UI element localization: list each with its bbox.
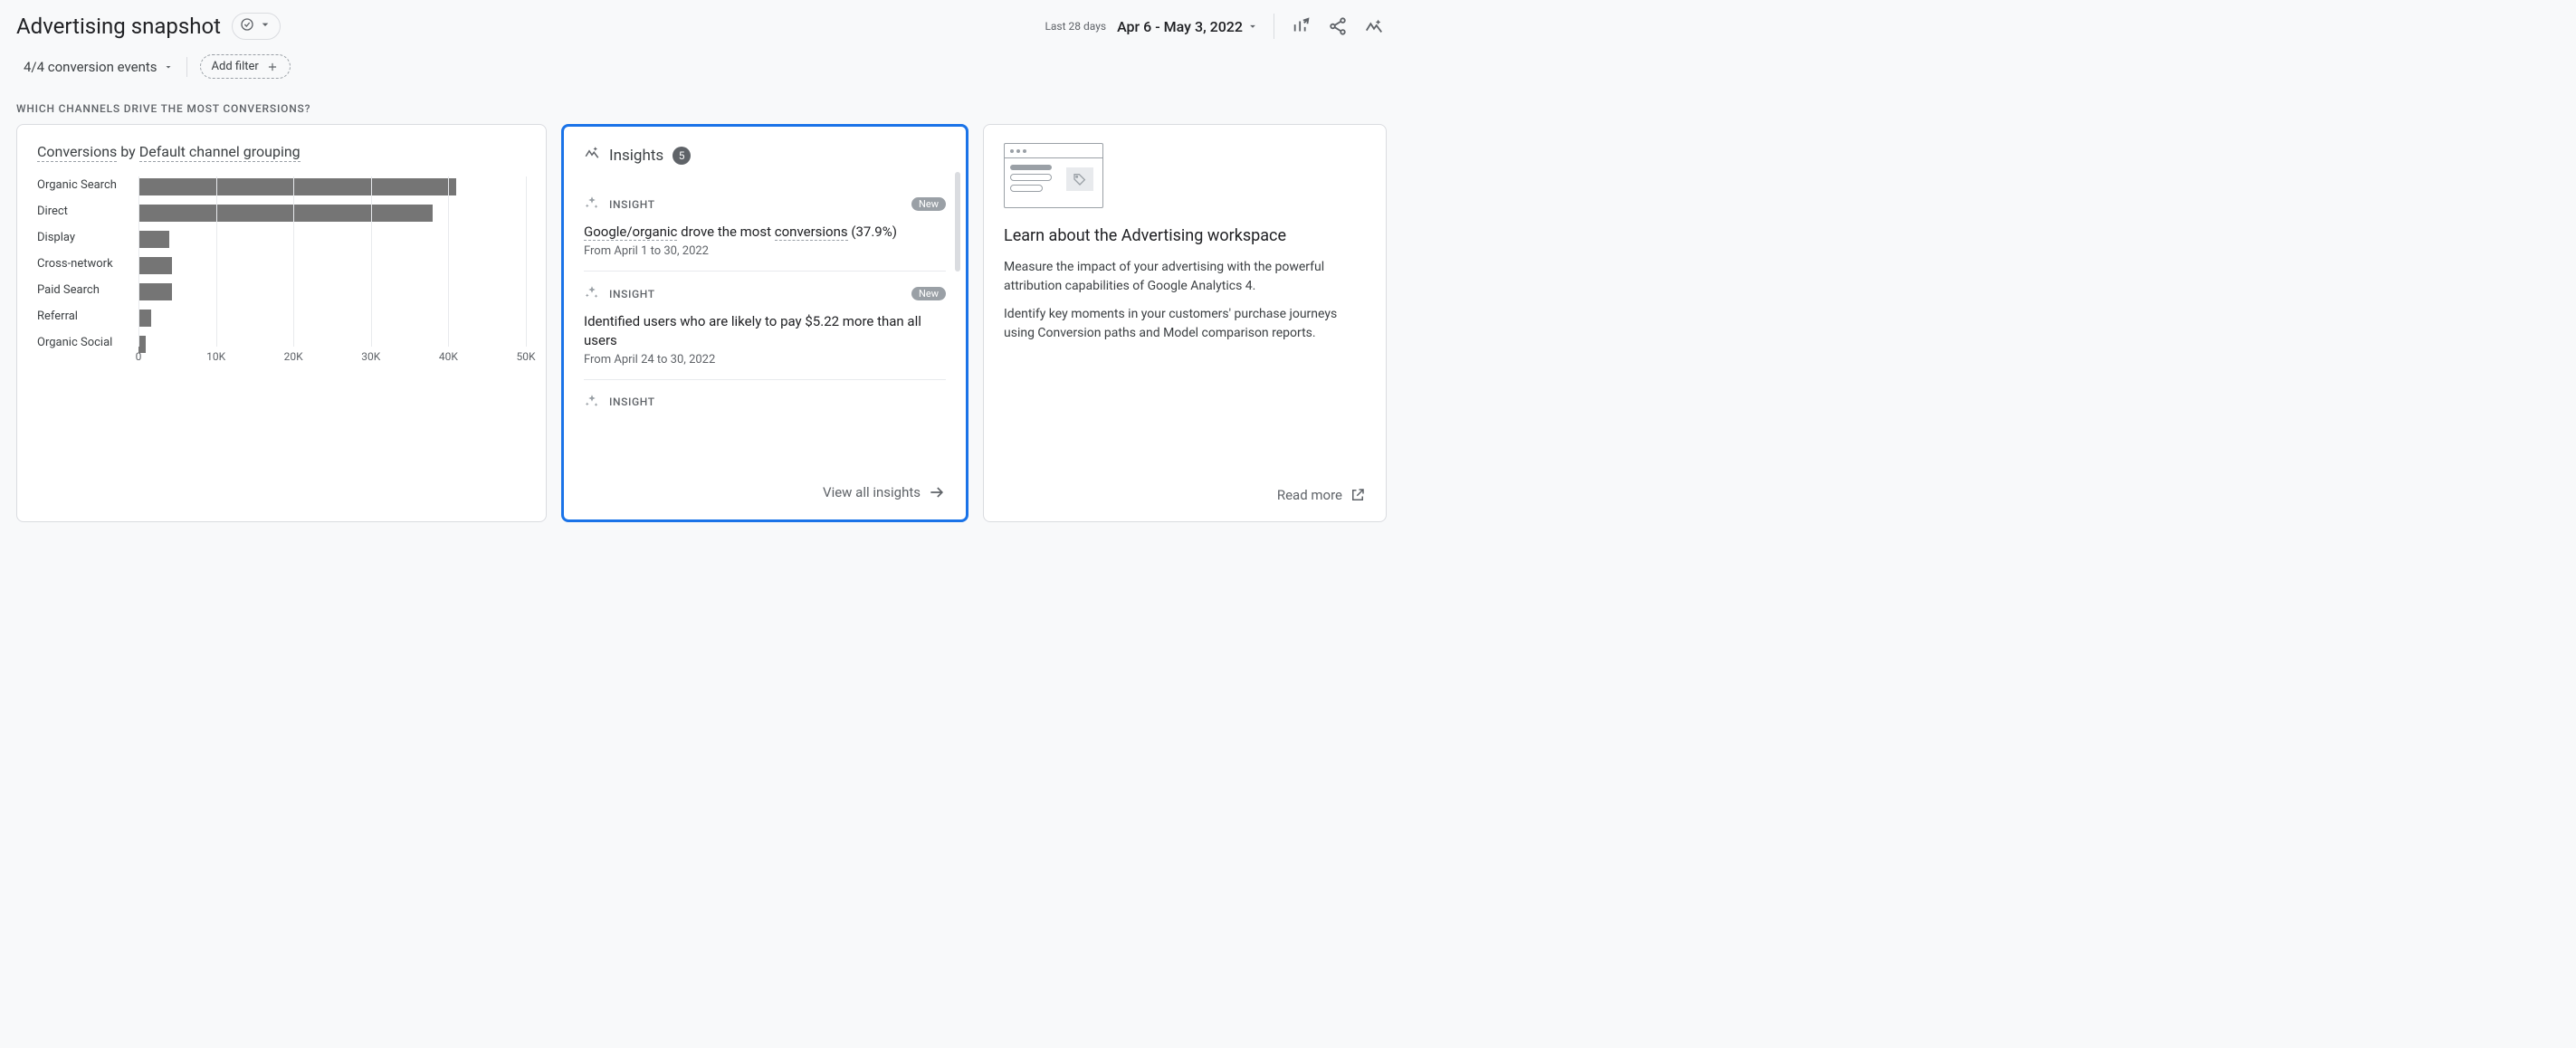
- chevron-down-icon: [1246, 20, 1259, 33]
- chart-category-label: Display: [37, 231, 138, 248]
- tag-icon: [1073, 172, 1087, 186]
- insight-item[interactable]: INSIGHT: [584, 380, 946, 424]
- plus-icon: [266, 61, 279, 73]
- chart-x-tick: 50K: [516, 350, 535, 363]
- view-all-insights-link[interactable]: View all insights: [584, 476, 946, 501]
- learn-title: Learn about the Advertising workspace: [1004, 226, 1366, 245]
- chart-plot: 010K20K30K40K50K: [138, 176, 526, 367]
- insights-heading: Insights: [609, 147, 663, 165]
- section-title: WHICH CHANNELS DRIVE THE MOST CONVERSION…: [0, 102, 1403, 124]
- insight-item[interactable]: INSIGHTNewIdentified users who are likel…: [584, 272, 946, 380]
- chart-x-tick: 20K: [284, 350, 303, 363]
- sparkle-icon: [584, 284, 600, 303]
- date-range-label: Last 28 days: [1045, 20, 1106, 33]
- new-badge: New: [911, 197, 946, 211]
- insight-item[interactable]: INSIGHTNewGoogle/organic drove the most …: [584, 182, 946, 272]
- chart-category-label: Paid Search: [37, 283, 138, 300]
- new-badge: New: [911, 287, 946, 300]
- divider: [186, 57, 187, 77]
- page-title: Advertising snapshot: [16, 14, 221, 39]
- date-range-text: Apr 6 - May 3, 2022: [1117, 18, 1243, 35]
- sparkle-icon: [584, 393, 600, 412]
- chart-x-tick: 40K: [439, 350, 458, 363]
- sparkle-icon: [584, 195, 600, 214]
- page-header: Advertising snapshot Last 28 days Apr 6 …: [0, 0, 1403, 47]
- chart-title: Conversions by Default channel grouping: [37, 143, 526, 160]
- chart-bar[interactable]: [138, 231, 169, 248]
- read-more-link[interactable]: Read more: [1004, 480, 1366, 503]
- chart-bar[interactable]: [138, 205, 433, 222]
- insight-subtitle: From April 24 to 30, 2022: [584, 353, 946, 367]
- channels-chart-card: Conversions by Default channel grouping …: [16, 124, 547, 522]
- chart-x-tick: 0: [136, 350, 142, 363]
- insights-spark-icon[interactable]: [1361, 14, 1387, 39]
- chart-category-label: Direct: [37, 205, 138, 222]
- chevron-down-icon: [258, 17, 272, 35]
- chart-x-tick: 10K: [206, 350, 225, 363]
- chart-category-label: Cross-network: [37, 257, 138, 274]
- check-circle-icon: [240, 17, 254, 35]
- chart-category-label: Referral: [37, 310, 138, 327]
- chart-bar[interactable]: [138, 257, 172, 274]
- chart-y-labels: Organic Search Direct Display Cross-network…: [37, 176, 138, 367]
- chart-category-label: Organic Social: [37, 336, 138, 353]
- insights-spark-icon: [584, 145, 600, 166]
- customize-report-icon[interactable]: [1289, 14, 1314, 39]
- date-range-picker[interactable]: Apr 6 - May 3, 2022: [1117, 18, 1259, 35]
- arrow-right-icon: [928, 483, 946, 501]
- share-icon[interactable]: [1325, 14, 1350, 39]
- learn-card: Learn about the Advertising workspace Me…: [983, 124, 1387, 522]
- learn-paragraph: Measure the impact of your advertising w…: [1004, 258, 1366, 296]
- chart-category-label: Organic Search: [37, 178, 138, 195]
- filter-bar: 4/4 conversion events Add filter: [0, 47, 1403, 102]
- chevron-down-icon: [163, 62, 174, 72]
- learn-illustration: [1004, 143, 1103, 208]
- open-in-new-icon: [1350, 487, 1366, 503]
- insights-count-badge: 5: [673, 147, 691, 165]
- insight-title: Identified users who are likely to pay $…: [584, 312, 946, 349]
- insights-card: Insights 5 INSIGHTNewGoogle/organic drov…: [561, 124, 968, 522]
- chart-bar[interactable]: [138, 310, 151, 327]
- chart-title-dimension[interactable]: Default channel grouping: [139, 143, 301, 162]
- insight-title: Google/organic drove the most conversion…: [584, 223, 946, 241]
- add-filter-label: Add filter: [212, 60, 259, 73]
- scrollbar[interactable]: [955, 172, 960, 272]
- conversion-events-select[interactable]: 4/4 conversion events: [24, 59, 174, 75]
- conversion-events-label: 4/4 conversion events: [24, 59, 157, 75]
- add-filter-button[interactable]: Add filter: [200, 54, 291, 79]
- chart-x-tick: 30K: [361, 350, 380, 363]
- insight-subtitle: From April 1 to 30, 2022: [584, 244, 946, 258]
- status-pill[interactable]: [232, 13, 281, 40]
- chart-bar[interactable]: [138, 283, 172, 300]
- chart-title-metric[interactable]: Conversions: [37, 143, 117, 162]
- chart-bar[interactable]: [138, 178, 456, 195]
- learn-paragraph: Identify key moments in your customers' …: [1004, 305, 1366, 343]
